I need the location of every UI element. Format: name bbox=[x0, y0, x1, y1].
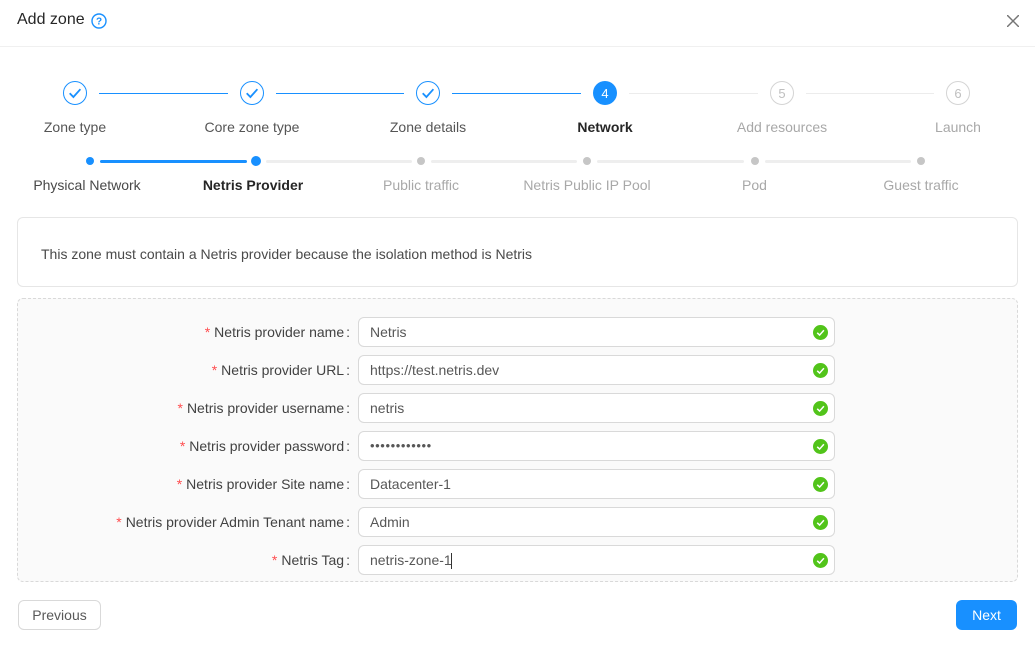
svg-text:?: ? bbox=[95, 16, 101, 27]
